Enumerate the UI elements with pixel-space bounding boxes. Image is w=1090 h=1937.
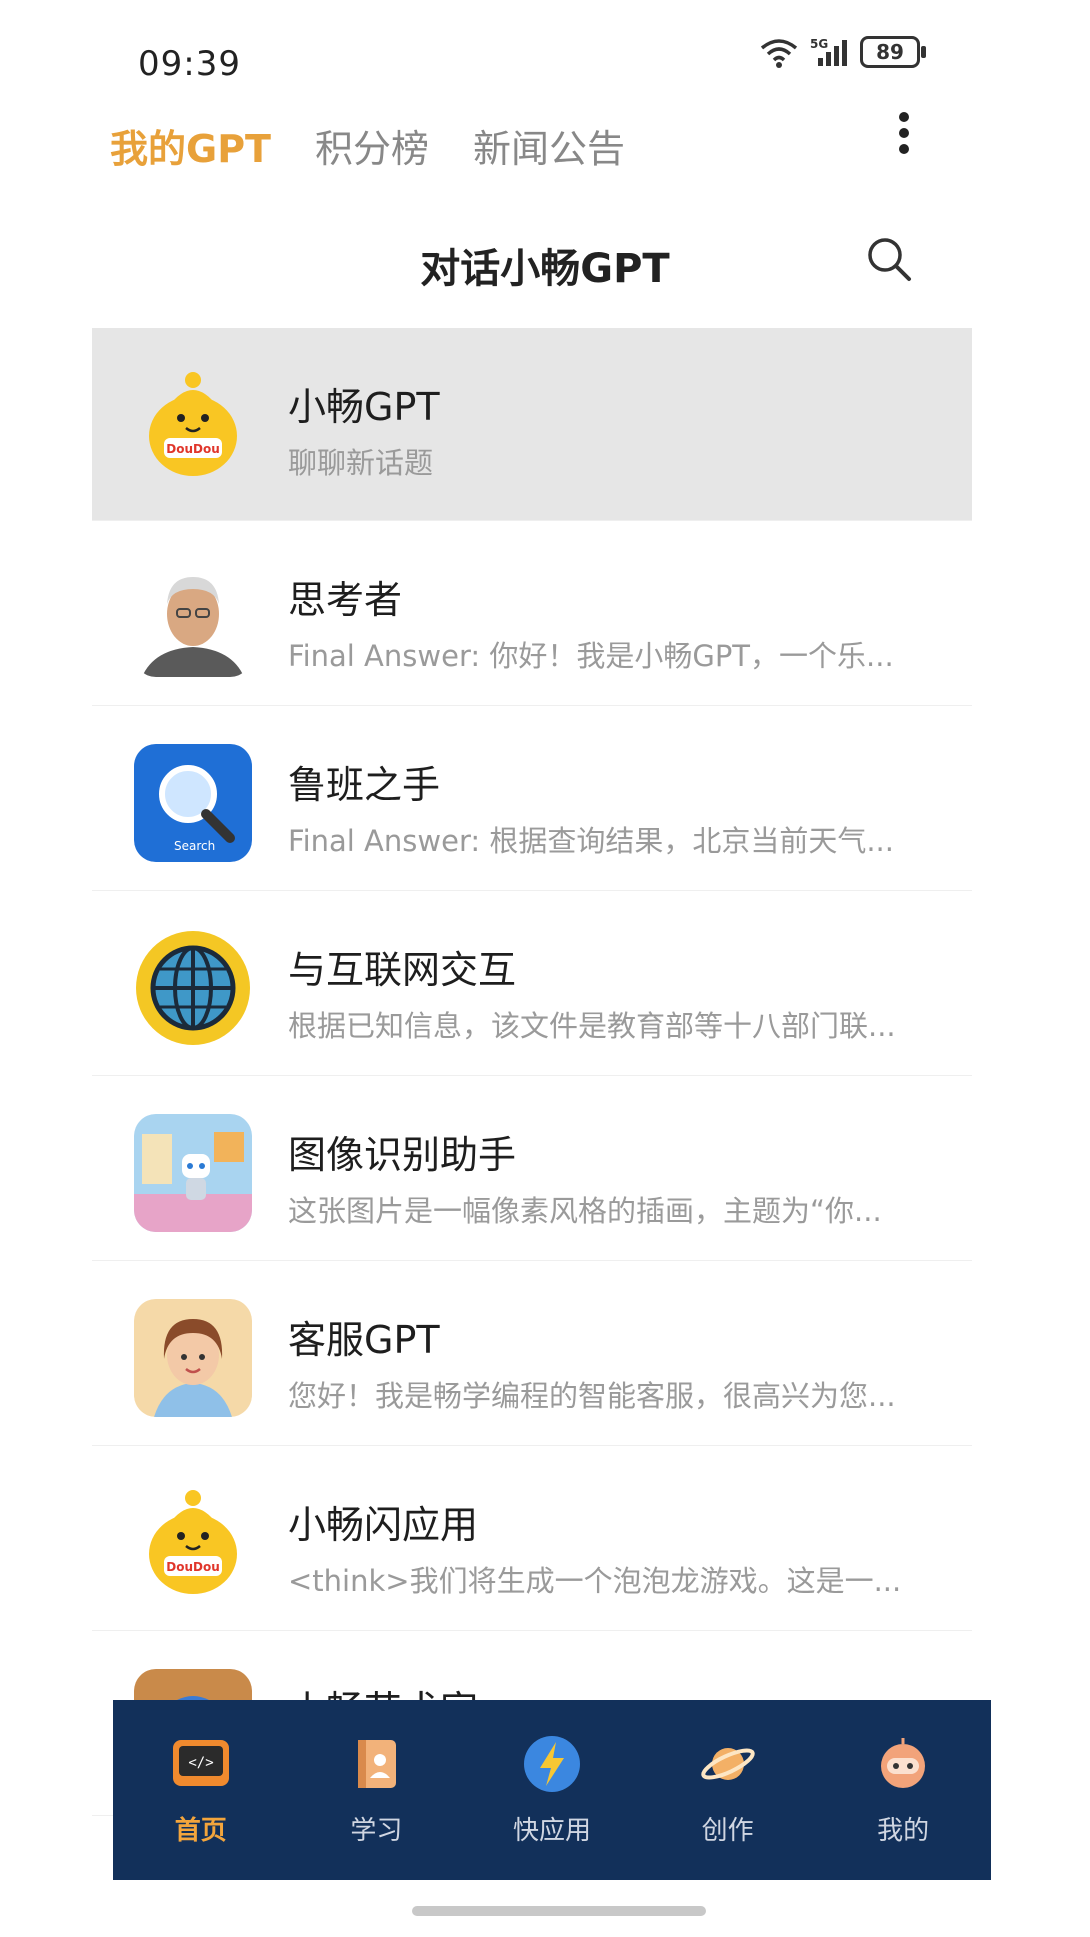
chat-item[interactable]: 客服GPT 您好！我是畅学编程的智能客服，很高兴为您... bbox=[92, 1261, 972, 1446]
chat-preview: Final Answer: 你好！我是小畅GPT，一个乐... bbox=[288, 639, 894, 673]
home-indicator bbox=[412, 1906, 706, 1916]
nav-label: 快应用 bbox=[512, 1815, 591, 1846]
robot-room-avatar bbox=[134, 1114, 252, 1232]
svg-text:</>: </> bbox=[188, 1755, 213, 1771]
signal-icon: 5G bbox=[810, 37, 847, 66]
battery-indicator: 89 bbox=[860, 36, 926, 68]
chat-preview: <think>我们将生成一个泡泡龙游戏。这是一... bbox=[288, 1564, 902, 1598]
bottom-nav: </> 首页 学习 快应用 创作 我的 bbox=[113, 1700, 991, 1880]
chat-title: 与互联网交互 bbox=[288, 948, 517, 992]
svg-text:DouDou: DouDou bbox=[166, 442, 220, 456]
chat-preview: Final Answer: 根据查询结果，北京当前天气... bbox=[288, 824, 894, 858]
nav-study[interactable]: 学习 bbox=[301, 1734, 451, 1847]
clock: 09:39 bbox=[138, 44, 241, 84]
page-title: 对话小畅GPT bbox=[420, 246, 670, 292]
svg-text:DouDou: DouDou bbox=[166, 1560, 220, 1574]
status-bar: 09:39 5G 89 bbox=[0, 0, 1090, 110]
tab-leaderboard[interactable]: 积分榜 bbox=[315, 118, 429, 173]
chat-item[interactable]: DouDou 小畅闪应用 <think>我们将生成一个泡泡龙游戏。这是一... bbox=[92, 1446, 972, 1631]
nav-quick-app[interactable]: 快应用 bbox=[477, 1734, 627, 1847]
nav-profile[interactable]: 我的 bbox=[828, 1734, 978, 1847]
book-icon bbox=[358, 1739, 397, 1788]
service-girl-avatar bbox=[134, 1299, 252, 1417]
chat-list: DouDou 小畅GPT 聊聊新话题 思考者 Final Answer: 你好！… bbox=[92, 328, 972, 1816]
chat-title: 客服GPT bbox=[288, 1318, 440, 1362]
nav-label: 创作 bbox=[701, 1815, 754, 1846]
yellow-mascot-avatar: DouDou bbox=[149, 372, 237, 476]
svg-text:Search: Search bbox=[174, 839, 215, 853]
search-icon[interactable] bbox=[864, 234, 914, 284]
nav-home[interactable]: </> 首页 bbox=[126, 1734, 276, 1847]
nav-label: 我的 bbox=[877, 1815, 930, 1846]
chat-title: 小畅闪应用 bbox=[288, 1503, 479, 1547]
chat-title: 小畅GPT bbox=[288, 385, 440, 429]
chat-item[interactable]: 思考者 Final Answer: 你好！我是小畅GPT，一个乐... bbox=[92, 521, 972, 706]
code-window-icon: </> bbox=[172, 1739, 229, 1786]
nav-label: 学习 bbox=[350, 1815, 403, 1846]
chat-title: 思考者 bbox=[288, 578, 403, 622]
tab-news[interactable]: 新闻公告 bbox=[473, 118, 625, 173]
chat-preview: 根据已知信息，该文件是教育部等十八部门联... bbox=[288, 1009, 896, 1043]
more-menu-icon[interactable] bbox=[892, 112, 916, 162]
chat-item[interactable]: DouDou 小畅GPT 聊聊新话题 bbox=[92, 328, 972, 521]
chat-item[interactable]: 与互联网交互 根据已知信息，该文件是教育部等十八部门联... bbox=[92, 891, 972, 1076]
globe-avatar bbox=[136, 931, 250, 1045]
chat-item[interactable]: 图像识别助手 这张图片是一幅像素风格的插画，主题为“你... bbox=[92, 1076, 972, 1261]
chat-title: 图像识别助手 bbox=[288, 1133, 517, 1177]
chat-item[interactable]: Search 鲁班之手 Final Answer: 根据查询结果，北京当前天气.… bbox=[92, 706, 972, 891]
wifi-icon bbox=[760, 39, 798, 68]
chat-preview: 您好！我是畅学编程的智能客服，很高兴为您... bbox=[288, 1379, 896, 1413]
tab-my-gpt[interactable]: 我的GPT bbox=[110, 118, 271, 173]
search-magnifier-avatar: Search bbox=[134, 744, 252, 862]
robot-face-icon bbox=[881, 1737, 926, 1788]
top-tabs: 我的GPT 积分榜 新闻公告 bbox=[110, 118, 625, 173]
status-icons: 5G 89 bbox=[758, 36, 926, 68]
lightning-icon bbox=[523, 1735, 580, 1792]
chat-title: 鲁班之手 bbox=[288, 763, 441, 807]
nav-label: 首页 bbox=[174, 1815, 227, 1846]
elderly-man-avatar bbox=[134, 559, 252, 677]
yellow-mascot-avatar: DouDou bbox=[149, 1490, 237, 1594]
planet-icon bbox=[700, 1747, 755, 1780]
chat-preview: 聊聊新话题 bbox=[288, 446, 434, 480]
nav-create[interactable]: 创作 bbox=[653, 1734, 803, 1847]
svg-text:5G: 5G bbox=[810, 37, 828, 51]
chat-preview: 这张图片是一幅像素风格的插画，主题为“你... bbox=[288, 1194, 882, 1228]
